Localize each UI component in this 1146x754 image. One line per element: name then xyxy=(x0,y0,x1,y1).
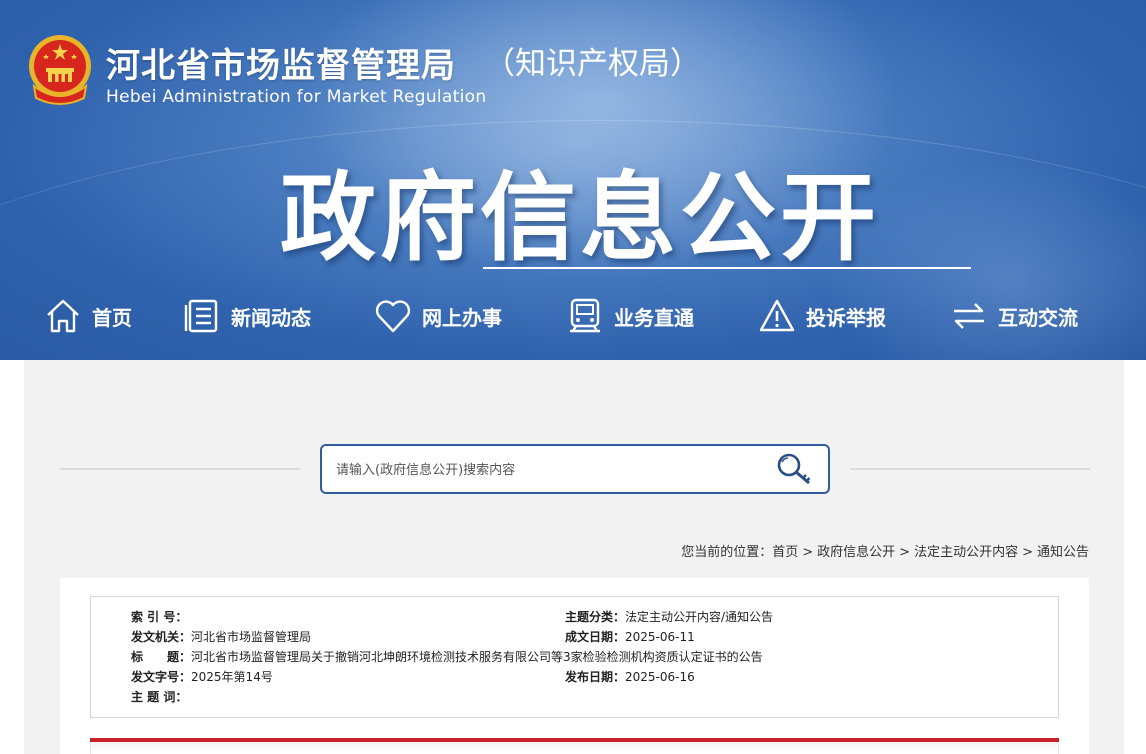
document-meta-table: 索 引 号： 主题分类：法定主动公开内容/通知公告 发文机关：河北省市场监督管理… xyxy=(90,596,1059,718)
nav-item-label: 新闻动态 xyxy=(231,305,311,330)
search-key-icon[interactable] xyxy=(776,452,816,488)
site-english-name: Hebei Administration for Market Regulati… xyxy=(106,87,487,107)
meta-doc-number: 发文字号：2025年第14号 xyxy=(131,668,273,688)
nav-item-online-service[interactable]: 网上办事 xyxy=(374,292,502,340)
site-subtitle: （知识产权局） xyxy=(484,46,701,82)
main-nav: 首页 新闻动态 网上办事 业务直通 投诉举报 互动交流 xyxy=(0,292,1146,340)
nav-item-complaints[interactable]: 投诉举报 xyxy=(758,292,886,340)
main-content: 您当前的位置：首页>政府信息公开>法定主动公开内容>通知公告 索 引 号： 主题… xyxy=(24,360,1124,754)
home-icon xyxy=(47,299,79,333)
meta-value: 2025-06-11 xyxy=(625,630,695,644)
article-panel: 索 引 号： 主题分类：法定主动公开内容/通知公告 发文机关：河北省市场监督管理… xyxy=(60,578,1089,754)
meta-label: 发文机关： xyxy=(131,630,192,644)
nav-item-label: 网上办事 xyxy=(422,305,502,330)
exchange-icon xyxy=(954,303,984,329)
meta-index: 索 引 号： xyxy=(131,608,187,628)
meta-value: 法定主动公开内容/通知公告 xyxy=(625,610,774,624)
nav-item-label: 互动交流 xyxy=(998,305,1078,330)
breadcrumb-item-gov-info[interactable]: 政府信息公开 xyxy=(817,545,895,560)
site-title: 河北省市场监督管理局 xyxy=(106,46,456,86)
meta-value: 2025-06-16 xyxy=(625,670,695,684)
meta-label: 标 题： xyxy=(131,650,192,664)
breadcrumb-prefix: 您当前的位置： xyxy=(681,545,773,560)
meta-created-date: 成文日期：2025-06-11 xyxy=(565,628,695,648)
breadcrumb-separator: > xyxy=(899,545,911,560)
nav-item-interaction[interactable]: 互动交流 xyxy=(950,292,1078,340)
meta-value: 河北省市场监督管理局 xyxy=(191,630,312,644)
meta-label: 成文日期： xyxy=(565,630,626,644)
breadcrumb-item-home[interactable]: 首页 xyxy=(772,545,798,560)
breadcrumb-item-notices[interactable]: 通知公告 xyxy=(1037,545,1089,560)
warning-icon xyxy=(759,299,795,332)
document-icon xyxy=(184,299,218,333)
nav-item-label: 业务直通 xyxy=(614,305,694,330)
national-emblem-icon[interactable] xyxy=(26,32,94,106)
breadcrumb: 您当前的位置：首页 > 政府信息公开 > 法定主动公开内容 > 通知公告 xyxy=(681,541,1089,560)
meta-label: 索 引 号： xyxy=(131,610,188,624)
meta-value: 2025年第14号 xyxy=(191,670,273,684)
meta-published-date: 发布日期：2025-06-16 xyxy=(565,668,695,688)
meta-issuer: 发文机关：河北省市场监督管理局 xyxy=(131,628,311,648)
banner-underline xyxy=(483,267,971,269)
heart-icon xyxy=(375,300,411,333)
article-body-start xyxy=(90,742,1059,754)
breadcrumb-separator: > xyxy=(802,545,814,560)
meta-title: 标 题：河北省市场监督管理局关于撤销河北坤朗环境检测技术服务有限公司等3家检验检… xyxy=(131,648,763,668)
nav-item-business-direct[interactable]: 业务直通 xyxy=(566,292,694,340)
nav-item-label: 投诉举报 xyxy=(806,305,886,330)
site-header: 河北省市场监督管理局 （知识产权局） Hebei Administration … xyxy=(0,0,1146,360)
meta-keywords: 主 题 词： xyxy=(131,688,187,708)
breadcrumb-item-statutory[interactable]: 法定主动公开内容 xyxy=(914,545,1018,560)
meta-category: 主题分类：法定主动公开内容/通知公告 xyxy=(565,608,773,628)
search-input[interactable] xyxy=(336,458,756,482)
breadcrumb-separator: > xyxy=(1022,545,1033,560)
divider-left xyxy=(60,468,300,470)
meta-label: 主 题 词： xyxy=(131,690,188,704)
divider-right xyxy=(850,468,1090,470)
train-icon xyxy=(570,298,600,333)
nav-item-news[interactable]: 新闻动态 xyxy=(183,292,311,340)
meta-label: 主题分类： xyxy=(565,610,626,624)
search-box xyxy=(320,444,830,494)
nav-item-home[interactable]: 首页 xyxy=(44,292,132,340)
meta-value: 河北省市场监督管理局关于撤销河北坤朗环境检测技术服务有限公司等3家检验检测机构资… xyxy=(191,650,763,664)
nav-item-label: 首页 xyxy=(92,305,132,330)
banner-title: 政府信息公开 xyxy=(280,162,880,274)
meta-label: 发文字号： xyxy=(131,670,192,684)
meta-label: 发布日期： xyxy=(565,670,626,684)
